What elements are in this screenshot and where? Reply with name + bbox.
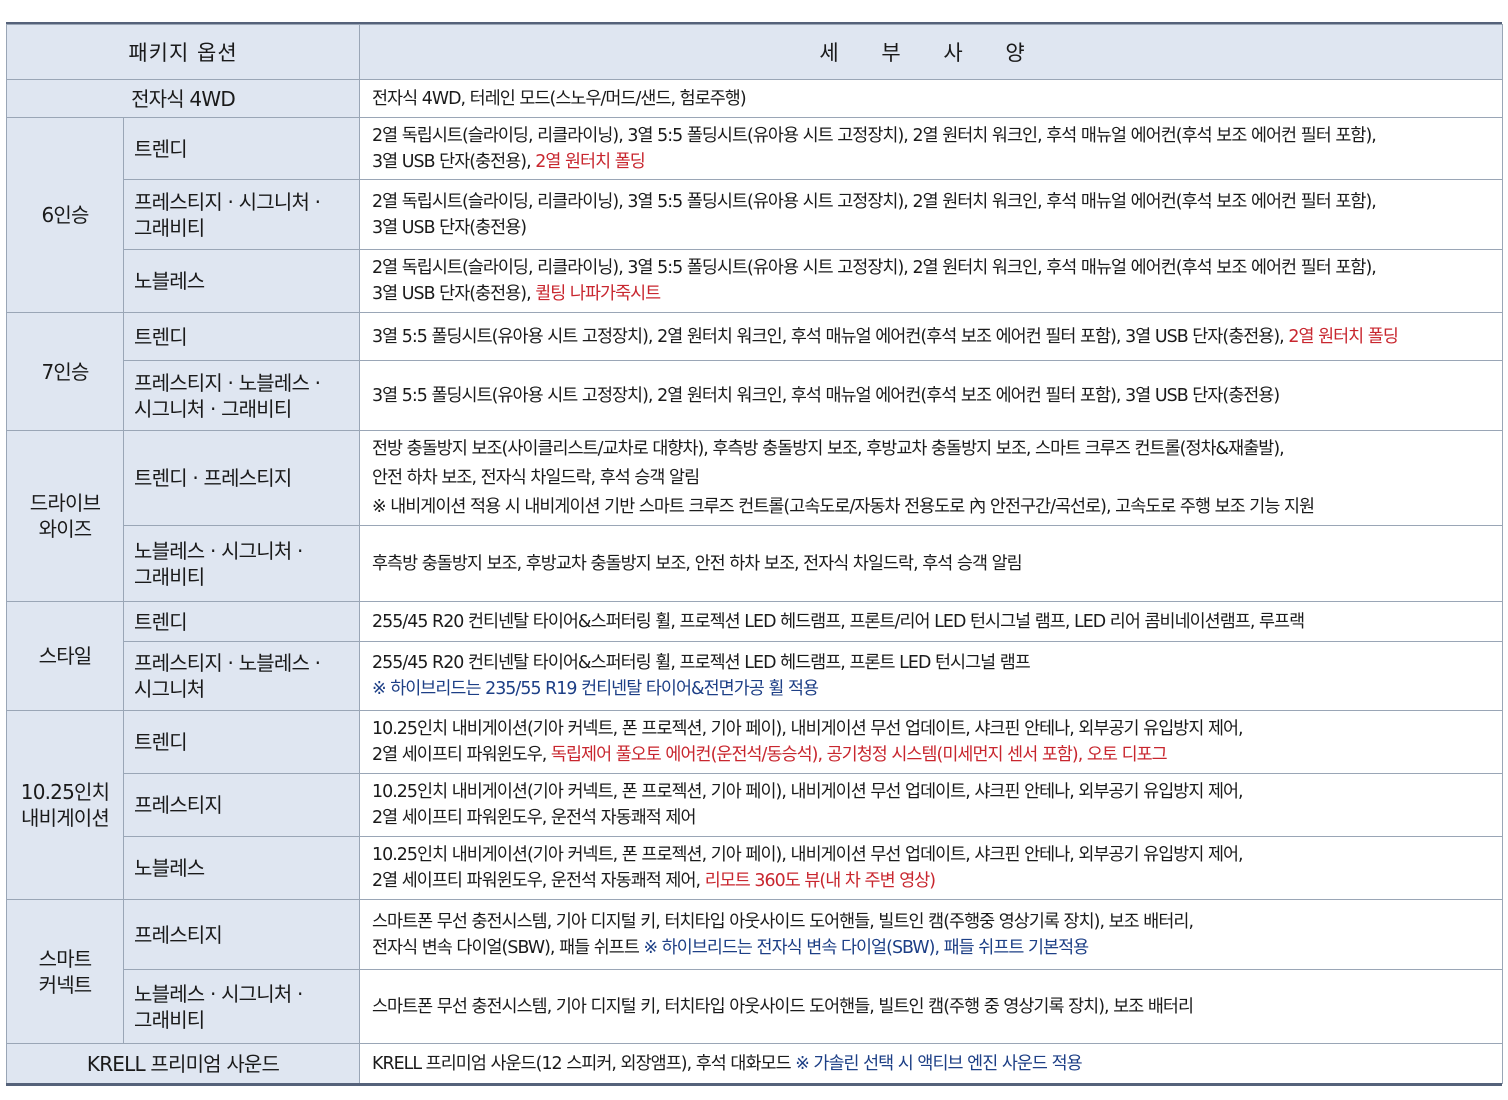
- sub-6seat-noblesse: 노블레스: [123, 249, 360, 313]
- category-smart-connect: 스마트 커넥트: [6, 899, 124, 1044]
- detail-7seat-others: 3열 5:5 폴딩시트(유아용 시트 고정장치), 2열 원터치 워크인, 후석…: [359, 360, 1503, 431]
- sub-smart-prestige: 프레스티지: [123, 899, 360, 970]
- sub-style-trendy: 트렌디: [123, 601, 360, 642]
- table-row: 6인승 트렌디 2열 독립시트(슬라이딩, 리클라이닝), 3열 5:5 폴딩시…: [6, 117, 1503, 313]
- detail-navi-prestige: 10.25인치 내비게이션(기아 커넥트, 폰 프로젝션, 기아 페이), 내비…: [359, 773, 1503, 837]
- category-navi: 10.25인치 내비게이션: [6, 710, 124, 900]
- detail-drivewise-trendy: 전방 충돌방지 보조(사이클리스트/교차로 대향차), 후측방 충돌방지 보조,…: [359, 430, 1503, 526]
- detail-4wd: 전자식 4WD, 터레인 모드(스노우/머드/샌드, 험로주행): [359, 79, 1503, 118]
- detail-navi-trendy: 10.25인치 내비게이션(기아 커넥트, 폰 프로젝션, 기아 페이), 내비…: [359, 710, 1503, 774]
- detail-6seat-prestige: 2열 독립시트(슬라이딩, 리클라이닝), 3열 5:5 폴딩시트(유아용 시트…: [359, 179, 1503, 250]
- sub-style-others: 프레스티지 · 노블레스 · 시그니처: [123, 641, 360, 711]
- detail-style-trendy: 255/45 R20 컨티넨탈 타이어&스퍼터링 휠, 프로젝션 LED 헤드램…: [359, 601, 1503, 642]
- detail-6seat-trendy: 2열 독립시트(슬라이딩, 리클라이닝), 3열 5:5 폴딩시트(유아용 시트…: [359, 117, 1503, 180]
- table-row: 7인승 트렌디 3열 5:5 폴딩시트(유아용 시트 고정장치), 2열 원터치…: [6, 312, 1503, 431]
- detail-style-others: 255/45 R20 컨티넨탈 타이어&스퍼터링 휠, 프로젝션 LED 헤드램…: [359, 641, 1503, 711]
- sub-6seat-trendy: 트렌디: [123, 117, 360, 180]
- table-row: 프레스티지 · 노블레스 · 시그니처 · 그래비티 3열 5:5 폴딩시트(유…: [7, 360, 1503, 431]
- table-row: 프레스티지 · 시그니처 · 그래비티 2열 독립시트(슬라이딩, 리클라이닝)…: [7, 179, 1503, 250]
- category-style: 스타일: [6, 601, 124, 711]
- category-7seat: 7인승: [6, 312, 124, 431]
- sub-drivewise-noblesse: 노블레스 · 시그니처 · 그래비티: [123, 525, 360, 602]
- table-row: 노블레스 · 시그니처 · 그래비티 스마트폰 무선 충전시스템, 기아 디지털…: [7, 969, 1503, 1044]
- detail-navi-noblesse: 10.25인치 내비게이션(기아 커넥트, 폰 프로젝션, 기아 페이), 내비…: [359, 836, 1503, 900]
- sub-navi-noblesse: 노블레스: [123, 836, 360, 900]
- detail-smart-prestige: 스마트폰 무선 충전시스템, 기아 디지털 키, 터치타입 아웃사이드 도어핸들…: [359, 899, 1503, 970]
- table-header-row: 패키지 옵션 세 부 사 양: [6, 24, 1503, 80]
- table-row: 프레스티지 10.25인치 내비게이션(기아 커넥트, 폰 프로젝션, 기아 페…: [7, 773, 1503, 837]
- sub-7seat-others: 프레스티지 · 노블레스 · 시그니처 · 그래비티: [123, 360, 360, 431]
- table-row: KRELL 프리미엄 사운드 KRELL 프리미엄 사운드(12 스피커, 외장…: [6, 1043, 1503, 1084]
- table-row: 노블레스 10.25인치 내비게이션(기아 커넥트, 폰 프로젝션, 기아 페이…: [7, 836, 1503, 900]
- table-row: 스타일 트렌디 255/45 R20 컨티넨탈 타이어&스퍼터링 휠, 프로젝션…: [6, 601, 1503, 711]
- spec-table-container: 패키지 옵션 세 부 사 양 전자식 4WD 전자식 4WD, 터레인 모드(스…: [6, 24, 1503, 1084]
- table-row: 전자식 4WD 전자식 4WD, 터레인 모드(스노우/머드/샌드, 험로주행): [6, 79, 1503, 118]
- category-krell: KRELL 프리미엄 사운드: [6, 1043, 360, 1084]
- sub-6seat-prestige: 프레스티지 · 시그니처 · 그래비티: [123, 179, 360, 250]
- package-options-table: 패키지 옵션 세 부 사 양 전자식 4WD 전자식 4WD, 터레인 모드(스…: [6, 24, 1503, 1084]
- detail-drivewise-noblesse: 후측방 충돌방지 보조, 후방교차 충돌방지 보조, 안전 하차 보조, 전자식…: [359, 525, 1503, 602]
- table-row: 노블레스 · 시그니처 · 그래비티 후측방 충돌방지 보조, 후방교차 충돌방…: [7, 525, 1503, 602]
- table-row: 스마트 커넥트 프레스티지 스마트폰 무선 충전시스템, 기아 디지털 키, 터…: [6, 899, 1503, 1044]
- sub-drivewise-trendy: 트렌디 · 프레스티지: [123, 430, 360, 526]
- table-row: 10.25인치 내비게이션 트렌디 10.25인치 내비게이션(기아 커넥트, …: [6, 710, 1503, 900]
- header-spec-detail: 세 부 사 양: [359, 24, 1503, 80]
- sub-7seat-trendy: 트렌디: [123, 312, 360, 361]
- header-package-option: 패키지 옵션: [6, 24, 360, 80]
- detail-7seat-trendy: 3열 5:5 폴딩시트(유아용 시트 고정장치), 2열 원터치 워크인, 후석…: [359, 312, 1503, 361]
- category-4wd: 전자식 4WD: [6, 79, 360, 118]
- detail-smart-noblesse: 스마트폰 무선 충전시스템, 기아 디지털 키, 터치타입 아웃사이드 도어핸들…: [359, 969, 1503, 1044]
- table-row: 프레스티지 · 노블레스 · 시그니처 255/45 R20 컨티넨탈 타이어&…: [7, 641, 1503, 711]
- detail-krell: KRELL 프리미엄 사운드(12 스피커, 외장앰프), 후석 대화모드 ※ …: [359, 1043, 1503, 1084]
- bottom-rule: [6, 1083, 1502, 1086]
- category-6seat: 6인승: [6, 117, 124, 313]
- sub-navi-trendy: 트렌디: [123, 710, 360, 774]
- sub-navi-prestige: 프레스티지: [123, 773, 360, 837]
- detail-6seat-noblesse: 2열 독립시트(슬라이딩, 리클라이닝), 3열 5:5 폴딩시트(유아용 시트…: [359, 249, 1503, 313]
- sub-smart-noblesse: 노블레스 · 시그니처 · 그래비티: [123, 969, 360, 1044]
- table-row: 노블레스 2열 독립시트(슬라이딩, 리클라이닝), 3열 5:5 폴딩시트(유…: [7, 249, 1503, 313]
- category-drivewise: 드라이브 와이즈: [6, 430, 124, 602]
- table-row: 드라이브 와이즈 트렌디 · 프레스티지 전방 충돌방지 보조(사이클리스트/교…: [6, 430, 1503, 602]
